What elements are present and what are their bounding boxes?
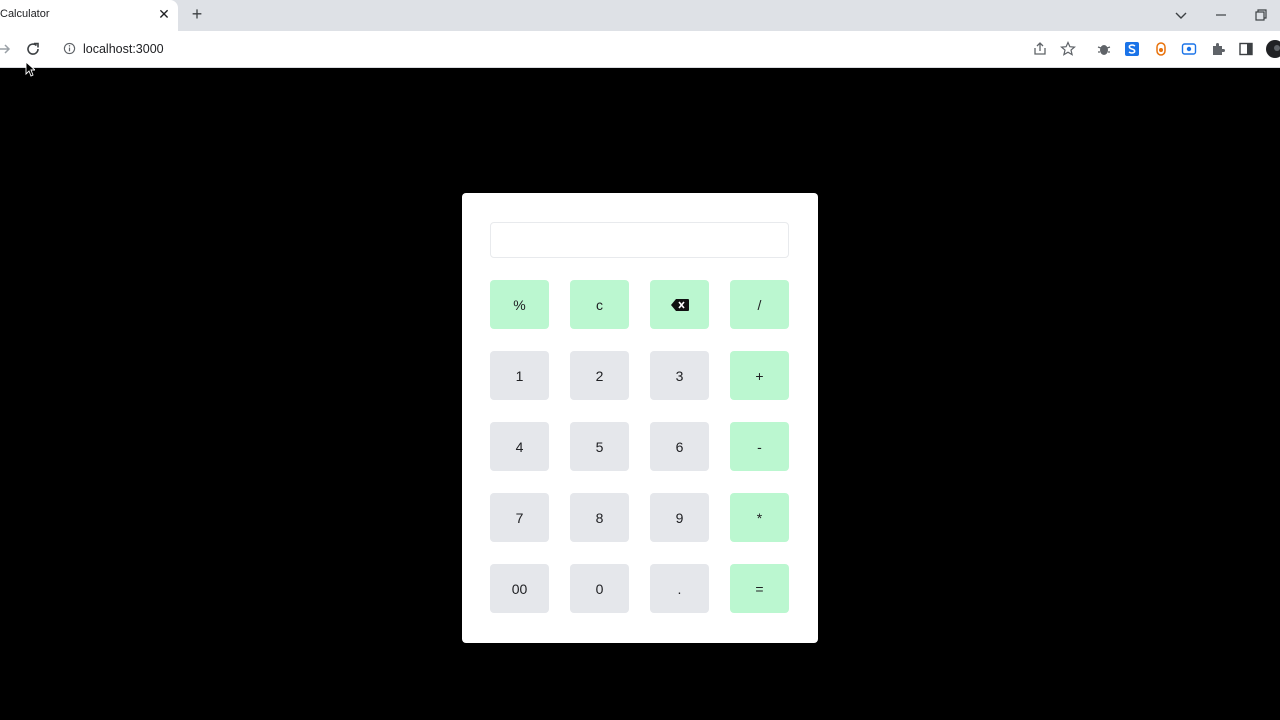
key-digit-7[interactable]: 7 xyxy=(490,493,549,542)
key-multiply[interactable]: * xyxy=(730,493,789,542)
key-label: - xyxy=(757,438,762,455)
address-bar[interactable]: localhost:3000 xyxy=(53,35,1093,63)
key-label: 7 xyxy=(515,509,524,526)
key-digit-6[interactable]: 6 xyxy=(650,422,709,471)
key-label: c xyxy=(596,296,603,313)
key-label: 6 xyxy=(675,438,684,455)
extensions-puzzle-icon[interactable] xyxy=(1210,41,1226,57)
minimize-icon[interactable] xyxy=(1213,7,1229,23)
site-info-icon[interactable] xyxy=(63,42,76,55)
key-digit-2[interactable]: 2 xyxy=(570,351,629,400)
key-label: 0 xyxy=(595,580,604,597)
new-tab-icon[interactable]: + xyxy=(189,5,205,23)
key-label: . xyxy=(677,580,682,597)
tab-strip: Calculator ✕ + xyxy=(0,0,1280,31)
key-label: = xyxy=(755,580,764,597)
key-label: 5 xyxy=(595,438,604,455)
backspace-button[interactable] xyxy=(650,280,709,329)
key-label: 8 xyxy=(595,509,604,526)
key-label: 00 xyxy=(511,580,528,597)
key-digit-9[interactable]: 9 xyxy=(650,493,709,542)
key-equals[interactable]: = xyxy=(730,564,789,613)
key-divide[interactable]: / xyxy=(730,280,789,329)
extension-orange-icon[interactable] xyxy=(1153,41,1169,57)
backspace-icon xyxy=(670,298,689,311)
tab-calculator[interactable]: Calculator ✕ xyxy=(0,0,178,31)
key-label: + xyxy=(755,367,764,384)
key-decimal[interactable]: . xyxy=(650,564,709,613)
tab-search-chevron-icon[interactable] xyxy=(1173,7,1189,23)
key-digit-0[interactable]: 0 xyxy=(570,564,629,613)
key-digit-8[interactable]: 8 xyxy=(570,493,629,542)
calculator-card: % c/1 2 3 +4 5 6-7 8 9 * 00 0. = xyxy=(462,193,818,643)
browser-toolbar: localhost:3000 xyxy=(0,31,1280,68)
key-digit-5[interactable]: 5 xyxy=(570,422,629,471)
key-percent[interactable]: % xyxy=(490,280,549,329)
key-digit-4[interactable]: 4 xyxy=(490,422,549,471)
share-icon[interactable] xyxy=(1032,41,1048,57)
mouse-cursor-icon xyxy=(25,61,35,77)
tab-title: Calculator xyxy=(0,8,50,20)
key-label: 3 xyxy=(675,367,684,384)
calculator-display[interactable] xyxy=(490,222,789,258)
key-digit-1[interactable]: 1 xyxy=(490,351,549,400)
key-label: 9 xyxy=(675,509,684,526)
key-subtract[interactable]: - xyxy=(730,422,789,471)
key-add[interactable]: + xyxy=(730,351,789,400)
extension-bug-icon[interactable] xyxy=(1096,41,1112,57)
key-label: 1 xyxy=(515,367,524,384)
tab-close-icon[interactable]: ✕ xyxy=(157,7,171,21)
extension-record-icon[interactable] xyxy=(1181,41,1197,57)
key-digit-3[interactable]: 3 xyxy=(650,351,709,400)
side-panel-icon[interactable] xyxy=(1238,41,1254,57)
reload-icon[interactable] xyxy=(25,41,41,57)
key-label: 2 xyxy=(595,367,604,384)
profile-avatar-icon[interactable] xyxy=(1265,39,1280,59)
key-label: % xyxy=(513,296,526,313)
extension-s-icon[interactable] xyxy=(1124,41,1140,57)
forward-icon[interactable] xyxy=(0,41,12,57)
key-label: / xyxy=(757,296,762,313)
key-label: 4 xyxy=(515,438,524,455)
bookmark-star-icon[interactable] xyxy=(1060,41,1076,57)
key-clear[interactable]: c xyxy=(570,280,629,329)
restore-icon[interactable] xyxy=(1253,7,1269,23)
page-content: % c/1 2 3 +4 5 6-7 8 9 * 00 0. = xyxy=(0,68,1280,720)
key-digit-00[interactable]: 00 xyxy=(490,564,549,613)
url-text: localhost:3000 xyxy=(83,42,164,56)
key-label: * xyxy=(756,509,763,526)
